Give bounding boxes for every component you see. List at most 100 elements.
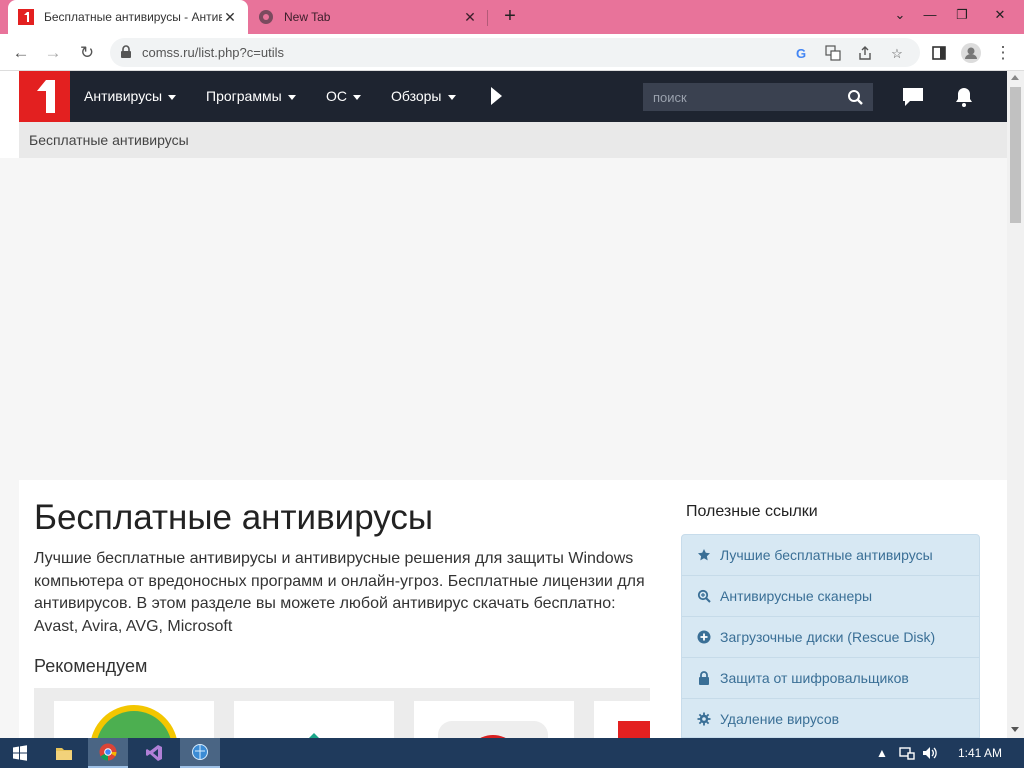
sidebar-item-scanners[interactable]: Антивирусные сканеры <box>682 576 979 617</box>
restore-button[interactable]: ❐ <box>946 0 978 34</box>
globe-icon <box>192 744 208 760</box>
site-logo[interactable] <box>19 71 70 122</box>
back-button[interactable]: ← <box>8 40 34 66</box>
plus-circle-icon <box>696 629 712 645</box>
breadcrumb: Бесплатные антивирусы <box>19 122 1007 158</box>
nav-os[interactable]: ОС <box>326 71 361 122</box>
sidebar-title: Полезные ссылки <box>686 503 818 520</box>
tab-title: New Tab <box>284 10 331 24</box>
profile-avatar[interactable] <box>958 40 984 66</box>
page-title: Бесплатные антивирусы <box>34 498 434 537</box>
caret-down-icon <box>447 94 456 100</box>
star-icon <box>696 547 712 563</box>
search-icon <box>848 90 863 105</box>
chrome-icon <box>99 743 117 761</box>
recommended-strip <box>34 688 650 738</box>
tray-overflow-icon[interactable]: ▲ <box>876 746 888 760</box>
tab-separator <box>487 10 488 26</box>
recommended-card[interactable] <box>234 701 394 738</box>
tab-title: Бесплатные антивирусы - Антивирусы <box>44 10 222 24</box>
taskbar-chrome[interactable] <box>88 738 128 768</box>
sidebar-item-label: Лучшие бесплатные антивирусы <box>720 547 933 563</box>
taskbar-visual-studio[interactable] <box>134 738 174 768</box>
browser-tab-bar: Бесплатные антивирусы - Антивирусы ✕ New… <box>0 0 1024 34</box>
gear-icon <box>696 711 712 727</box>
zoom-icon <box>696 588 712 604</box>
chat-icon[interactable] <box>901 85 925 109</box>
lock-icon <box>696 670 712 686</box>
app-logo-icon <box>91 705 177 738</box>
search-button[interactable] <box>837 83 873 111</box>
address-toolbar: ← → ↻ comss.ru/list.php?c=utils G ☆ ⋮ <box>0 34 1024 71</box>
scroll-down-arrow-icon[interactable] <box>1011 727 1019 732</box>
nav-more-arrow-icon[interactable] <box>491 87 502 105</box>
lock-icon[interactable] <box>120 45 132 64</box>
tab-close-icon[interactable]: ✕ <box>222 9 238 26</box>
taskbar-network-app[interactable] <box>180 738 220 768</box>
google-icon[interactable]: G <box>792 45 810 63</box>
address-bar[interactable]: comss.ru/list.php?c=utils G ☆ <box>110 38 920 67</box>
search-input[interactable] <box>643 83 837 111</box>
ad-placeholder <box>0 158 1007 480</box>
caret-down-icon <box>287 94 296 100</box>
volume-icon[interactable] <box>922 746 938 760</box>
windows-logo-icon <box>13 745 27 761</box>
nav-reviews[interactable]: Обзоры <box>391 71 456 122</box>
app-logo-icon <box>309 733 319 738</box>
side-panel-icon[interactable] <box>926 40 952 66</box>
sidebar-item-rescue-disk[interactable]: Загрузочные диски (Rescue Disk) <box>682 617 979 658</box>
start-button[interactable] <box>0 738 40 768</box>
sidebar-item-virus-removal[interactable]: Удаление вирусов <box>682 699 979 737</box>
sidebar-item-best-free[interactable]: Лучшие бесплатные антивирусы <box>682 535 979 576</box>
taskbar-file-explorer[interactable] <box>44 738 84 768</box>
nav-label: Обзоры <box>391 88 442 104</box>
sidebar-item-label: Антивирусные сканеры <box>720 588 873 604</box>
visual-studio-icon <box>146 745 162 761</box>
recommended-card[interactable] <box>594 701 650 738</box>
nav-label: ОС <box>326 88 347 104</box>
sidebar-item-label: Загрузочные диски (Rescue Disk) <box>720 629 936 645</box>
sidebar-item-label: Защита от шифровальщиков <box>720 670 909 686</box>
chrome-icon <box>258 9 274 25</box>
windows-taskbar: ▲ 1:41 AM <box>0 738 1024 768</box>
close-window-button[interactable]: ✕ <box>984 0 1016 34</box>
new-tab-button[interactable]: + <box>498 5 522 29</box>
bell-icon[interactable] <box>952 85 976 109</box>
recommended-heading: Рекомендуем <box>34 656 148 676</box>
translate-icon[interactable] <box>824 45 842 63</box>
tab-search-chevron-icon[interactable]: ⌄ <box>884 0 916 34</box>
folder-icon <box>56 748 72 760</box>
bookmark-star-icon[interactable]: ☆ <box>888 45 906 63</box>
breadcrumb-current: Бесплатные антивирусы <box>29 132 189 148</box>
app-logo-icon <box>618 721 650 738</box>
recommended-card[interactable] <box>414 701 574 738</box>
taskbar-clock[interactable]: 1:41 AM <box>958 746 1002 760</box>
forward-button[interactable]: → <box>40 40 66 66</box>
address-url[interactable]: comss.ru/list.php?c=utils <box>142 45 284 60</box>
scroll-up-arrow-icon[interactable] <box>1011 75 1019 80</box>
intro-text: Лучшие бесплатные антивирусы и антивирус… <box>34 550 645 635</box>
nav-label: Программы <box>206 88 282 104</box>
reload-button[interactable]: ↻ <box>74 40 100 66</box>
kebab-menu-icon[interactable]: ⋮ <box>990 40 1016 66</box>
caret-down-icon <box>168 94 177 100</box>
site-header: Антивирусы Программы ОС Обзоры <box>19 71 1007 122</box>
minimize-button[interactable]: — <box>914 0 946 34</box>
network-icon[interactable] <box>899 746 915 760</box>
recommended-card[interactable] <box>54 701 214 738</box>
nav-antivirus[interactable]: Антивирусы <box>84 71 177 122</box>
sidebar-item-ransomware[interactable]: Защита от шифровальщиков <box>682 658 979 699</box>
tab-close-icon[interactable]: ✕ <box>462 9 478 26</box>
useful-links-list: Лучшие бесплатные антивирусы Антивирусны… <box>681 534 980 738</box>
scroll-thumb[interactable] <box>1010 87 1021 223</box>
caret-down-icon <box>353 94 361 100</box>
nav-programs[interactable]: Программы <box>206 71 296 122</box>
page-scrollbar[interactable] <box>1007 71 1024 738</box>
share-icon[interactable] <box>856 45 874 63</box>
tab-new-tab[interactable]: New Tab ✕ <box>250 0 486 34</box>
nav-label: Антивирусы <box>84 88 163 104</box>
comss-favicon-icon <box>18 9 34 25</box>
sidebar-item-label: Удаление вирусов <box>720 711 840 727</box>
tab-comss[interactable]: Бесплатные антивирусы - Антивирусы ✕ <box>8 0 248 34</box>
app-logo-icon <box>438 721 548 738</box>
